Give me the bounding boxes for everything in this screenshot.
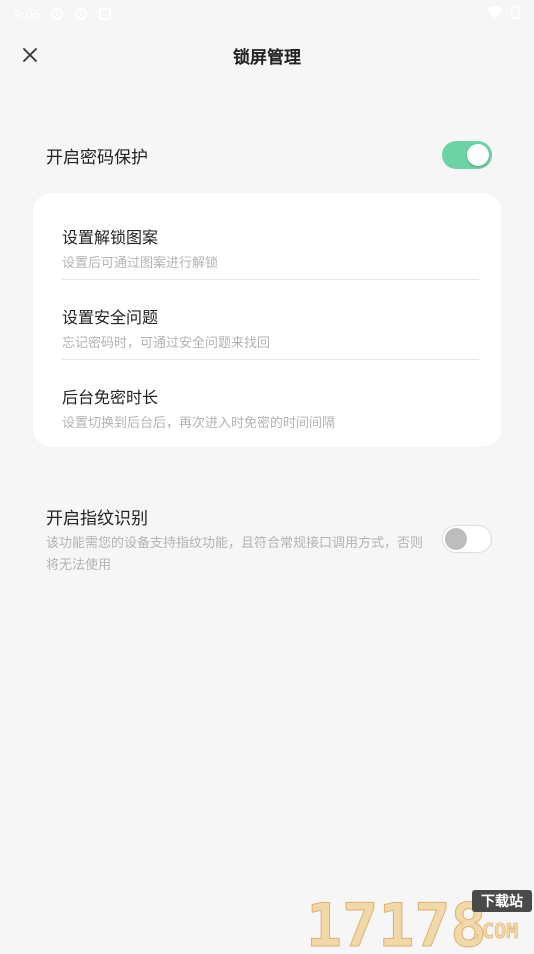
page-title: 锁屏管理	[233, 47, 301, 68]
list-item-security-question[interactable]: 设置安全问题 忘记密码时，可通过安全问题来找回	[62, 280, 479, 360]
sync-icon	[73, 6, 89, 22]
toggle-knob	[467, 144, 489, 166]
status-bar: 9:05	[0, 0, 534, 28]
list-item-title: 后台免密时长	[62, 388, 159, 407]
status-right-group	[487, 5, 521, 23]
password-settings-card: 设置解锁图案 设置后可通过图案进行解锁 设置安全问题 忘记密码时，可通过安全问题…	[34, 194, 501, 446]
list-item-unlock-pattern[interactable]: 设置解锁图案 设置后可通过图案进行解锁	[62, 200, 479, 280]
watermark-suffix: .COM	[470, 919, 518, 943]
watermark-logo: 17178 下载站 .COM	[304, 886, 534, 954]
close-button[interactable]	[16, 41, 44, 69]
password-protection-toggle[interactable]	[442, 141, 492, 169]
password-protection-label: 开启密码保护	[46, 147, 148, 168]
list-item-title: 设置安全问题	[62, 308, 159, 327]
list-item-background-duration[interactable]: 后台免密时长 设置切换到后台后，再次进入时免密的时间间隔	[62, 360, 479, 440]
header: 锁屏管理	[0, 30, 534, 80]
close-icon	[23, 48, 37, 62]
password-protection-row: 开启密码保护	[46, 136, 492, 174]
toggle-knob	[445, 528, 467, 550]
list-item-title: 设置解锁图案	[62, 228, 159, 247]
list-item-subtitle: 忘记密码时，可通过安全问题来找回	[62, 336, 271, 351]
fingerprint-toggle[interactable]	[442, 525, 492, 553]
fingerprint-label: 开启指纹识别	[46, 509, 148, 529]
notification-icon	[97, 6, 113, 22]
sync-icon	[49, 6, 65, 22]
fingerprint-description: 该功能需您的设备支持指纹功能，且符合常规接口调用方式，否则将无法使用	[46, 536, 424, 573]
list-item-subtitle: 设置后可通过图案进行解锁	[62, 256, 219, 271]
fingerprint-row: 开启指纹识别 该功能需您的设备支持指纹功能，且符合常规接口调用方式，否则将无法使…	[46, 500, 492, 580]
watermark-brand: 17178	[306, 891, 487, 950]
list-item-subtitle: 设置切换到后台后，再次进入时免密的时间间隔	[62, 416, 336, 431]
status-time: 9:05	[14, 6, 42, 22]
watermark-tag: 下载站	[481, 893, 523, 910]
wifi-icon	[487, 5, 503, 23]
battery-icon	[511, 5, 521, 23]
